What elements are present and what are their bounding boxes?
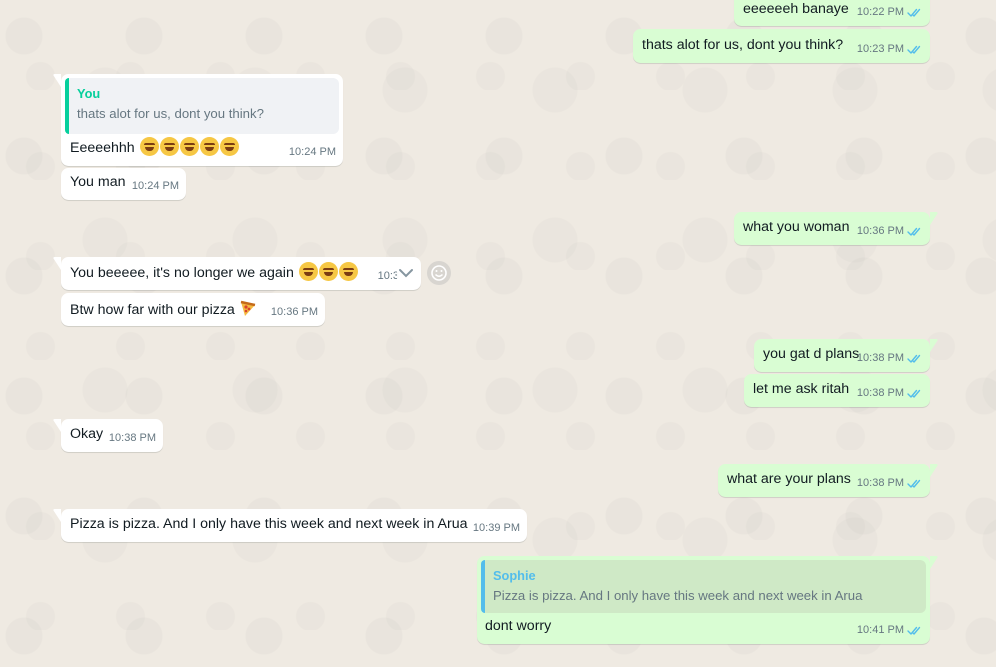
message-text: you gat d plans	[763, 346, 860, 362]
message-meta: 10:22 PM	[857, 3, 923, 22]
message-body: You beeeee, it's no longer we again	[70, 262, 358, 283]
message-text: thats alot for us, dont you think?	[642, 37, 844, 53]
tears-of-joy-emoji	[219, 137, 239, 156]
message-outgoing[interactable]: what you woman 10:36 PM	[734, 212, 930, 245]
message-text: Btw how far with our pizza	[70, 302, 235, 318]
double-check-icon	[907, 625, 923, 636]
message-time: 10:41 PM	[856, 624, 904, 636]
message-text: dont worry	[485, 618, 552, 634]
message-outgoing[interactable]: you gat d plans 10:38 PM	[754, 339, 930, 372]
bubble-tail	[53, 509, 61, 522]
double-check-icon	[907, 44, 923, 55]
message-body: Eeeeehhh	[70, 137, 239, 158]
message-outgoing[interactable]: let me ask ritah 10:38 PM	[744, 374, 930, 407]
tears-of-joy-emoji	[139, 137, 159, 156]
message-text: Okay	[70, 426, 104, 442]
message-time: 10:38 PM	[856, 387, 904, 399]
message-incoming[interactable]: Pizza is pizza. And I only have this wee…	[61, 509, 527, 542]
message-text: eeeeeeh banaye	[743, 1, 849, 17]
message-text: let me ask ritah	[753, 381, 850, 397]
message-text: what you woman	[743, 219, 850, 235]
message-meta: 10:24 PM	[132, 177, 179, 196]
double-check-icon	[907, 478, 923, 489]
message-time: 10:38 PM	[856, 352, 904, 364]
tears-of-joy-emoji	[318, 262, 338, 281]
chevron-down-icon	[399, 269, 413, 278]
quote-bar	[481, 560, 485, 613]
message-text: Pizza is pizza. And I only have this wee…	[70, 516, 468, 532]
bubble-tail	[930, 339, 938, 352]
quote-bar	[65, 78, 69, 134]
bubble-tail	[930, 212, 938, 225]
message-time: 10:38 PM	[856, 477, 904, 489]
message-incoming[interactable]: Okay 10:38 PM	[61, 419, 163, 452]
message-text: Eeeeehhh	[70, 140, 135, 156]
message-time: 10:22 PM	[856, 6, 904, 18]
quote-author: Sophie	[493, 568, 536, 583]
message-outgoing[interactable]: thats alot for us, dont you think? 10:23…	[633, 29, 930, 63]
message-incoming[interactable]: You man 10:24 PM	[61, 168, 186, 200]
message-outgoing[interactable]: Sophie Pizza is pizza. And I only have t…	[477, 556, 930, 644]
bubble-tail	[53, 74, 61, 87]
message-meta: 10:36 PM	[857, 222, 923, 241]
message-time: 10:36 PM	[270, 306, 318, 318]
quoted-message[interactable]: Sophie Pizza is pizza. And I only have t…	[481, 560, 926, 613]
message-time: 10:38 PM	[108, 432, 156, 444]
message-incoming[interactable]: You thats alot for us, dont you think? E…	[61, 74, 343, 166]
message-incoming[interactable]: Btw how far with our pizza 10:36 PM	[61, 293, 325, 326]
double-check-icon	[907, 388, 923, 399]
message-meta: 10:38 PM	[857, 384, 923, 403]
message-meta: 10:38 PM	[109, 429, 156, 448]
pizza-emoji	[240, 300, 256, 316]
message-time: 10:24 PM	[131, 180, 179, 192]
message-text: what are your plans	[727, 471, 851, 487]
message-meta: 10:41 PM	[857, 621, 923, 640]
tears-of-joy-emoji	[199, 137, 219, 156]
message-meta: 10:36 PM	[271, 303, 318, 322]
tears-of-joy-emoji	[298, 262, 318, 281]
message-meta: 10:24 PM	[289, 143, 336, 162]
message-meta: 10:3	[378, 267, 399, 286]
message-incoming[interactable]: You beeeee, it's no longer we again 10:3	[61, 257, 421, 290]
message-outgoing[interactable]: eeeeeeh banaye 10:22 PM	[734, 0, 930, 26]
bubble-tail	[53, 257, 61, 270]
double-check-icon	[907, 226, 923, 237]
double-check-icon	[907, 7, 923, 18]
message-body: Btw how far with our pizza	[70, 299, 257, 320]
quoted-message[interactable]: You thats alot for us, dont you think?	[65, 78, 339, 134]
quote-text: thats alot for us, dont you think?	[77, 106, 264, 121]
quote-text: Pizza is pizza. And I only have this wee…	[493, 588, 863, 603]
message-menu-button[interactable]	[397, 266, 415, 280]
message-text: You man	[70, 174, 126, 190]
message-meta: 10:39 PM	[473, 519, 520, 538]
message-time: 10:39 PM	[472, 522, 520, 534]
message-text: You beeeee, it's no longer we again	[70, 265, 294, 281]
bubble-tail	[930, 556, 938, 569]
message-time: 10:24 PM	[288, 146, 336, 158]
smiley-icon	[431, 265, 447, 281]
double-check-icon	[907, 353, 923, 364]
message-time: 10:3	[377, 270, 399, 282]
message-meta: 10:38 PM	[857, 349, 923, 368]
bubble-tail	[53, 419, 61, 432]
quote-author: You	[77, 86, 101, 101]
tears-of-joy-emoji	[159, 137, 179, 156]
message-time: 10:23 PM	[856, 43, 904, 55]
tears-of-joy-emoji	[338, 262, 358, 281]
message-meta: 10:23 PM	[857, 40, 923, 59]
react-button[interactable]	[427, 261, 451, 285]
tears-of-joy-emoji	[179, 137, 199, 156]
message-meta: 10:38 PM	[857, 474, 923, 493]
message-time: 10:36 PM	[856, 225, 904, 237]
message-outgoing[interactable]: what are your plans 10:38 PM	[718, 464, 930, 497]
bubble-tail	[930, 464, 938, 477]
